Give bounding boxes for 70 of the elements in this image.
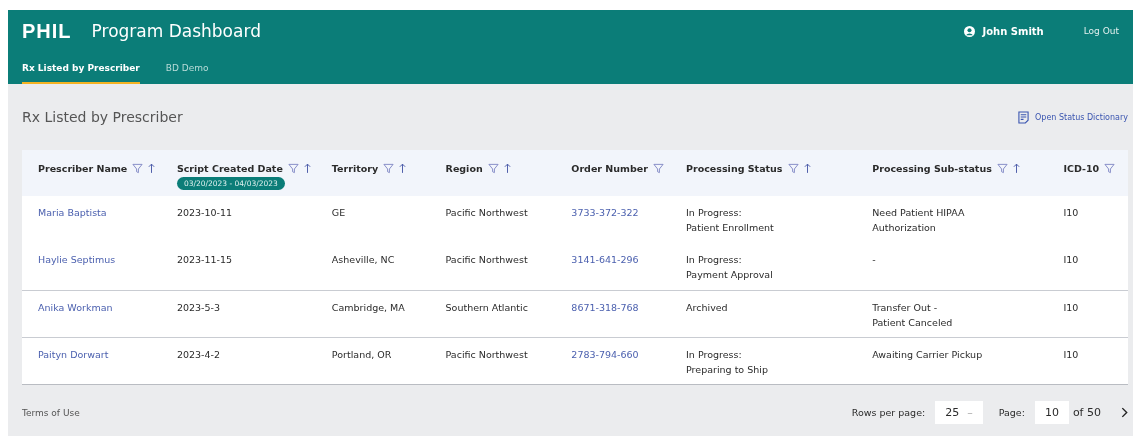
column-header: Prescriber Name [38, 163, 128, 174]
table-cell: Need Patient HIPAA Authorization [872, 207, 965, 233]
page-total: of 50 [1072, 406, 1101, 419]
filter-icon[interactable] [287, 163, 299, 174]
column-header: Territory [331, 163, 379, 174]
table-cell: - [872, 254, 876, 265]
rows-per-page-select[interactable]: 25 – [935, 401, 983, 424]
sort-arrow-icon[interactable] [1012, 163, 1020, 174]
column-header: ICD-10 [1063, 163, 1100, 174]
table-cell: I10 [1063, 348, 1079, 360]
table-cell: GE [331, 207, 346, 218]
table-cell: Pacific Northwest [445, 207, 528, 218]
prescriber-link[interactable]: Haylie Septimus [38, 254, 116, 265]
table-cell: I10 [1063, 207, 1079, 218]
column-header: Order Number [571, 163, 648, 174]
column-header: Processing Status [686, 163, 783, 174]
sort-arrow-icon[interactable] [503, 163, 511, 174]
filter-icon[interactable] [1104, 163, 1116, 174]
order-number-link[interactable]: 3733-372-322 [571, 207, 639, 218]
logo: PHIL [22, 19, 72, 43]
sort-arrow-icon[interactable] [148, 163, 156, 174]
sort-arrow-icon[interactable] [399, 163, 407, 174]
table-cell: Portland, OR [331, 348, 392, 360]
prescriber-link[interactable]: Paityn Dorwart [38, 348, 109, 360]
filter-icon[interactable] [132, 163, 144, 174]
table-cell: 2023-11-15 [176, 254, 233, 265]
app-title: Program Dashboard [91, 21, 261, 41]
column-header: Processing Sub-status [872, 163, 992, 174]
filter-icon[interactable] [996, 163, 1008, 174]
table-cell: I10 [1063, 301, 1079, 313]
table-cell: In Progress: Payment Approval [686, 254, 773, 280]
table-cell: Cambridge, MA [331, 301, 405, 313]
table-cell: Southern Atlantic [445, 301, 528, 313]
column-header: Region [445, 163, 483, 174]
order-number-link[interactable]: 3141-641-296 [571, 254, 639, 265]
user-name: John Smith [982, 25, 1044, 37]
column-header: Script Created Date [176, 163, 283, 174]
table-cell: 2023-10-11 [176, 207, 233, 218]
order-number-link[interactable]: 8671-318-768 [571, 301, 639, 313]
filter-icon[interactable] [487, 163, 499, 174]
prescriber-link[interactable]: Anika Workman [38, 301, 113, 313]
next-page-icon[interactable] [1121, 407, 1128, 418]
page-label: Page: [998, 407, 1025, 418]
page-field[interactable]: 10 [1034, 401, 1069, 424]
user-avatar-icon [964, 25, 976, 37]
table-cell: In Progress: Preparing to Ship [686, 348, 768, 375]
table-cell: Awaiting Carrier Pickup [872, 348, 983, 360]
table-cell: Transfer Out - Patient Canceled [872, 301, 953, 328]
table-cell: I10 [1063, 254, 1079, 265]
rows-per-page-label: Rows per page: [851, 407, 926, 418]
document-icon [1018, 110, 1029, 124]
order-number-link[interactable]: 2783-794-660 [571, 348, 639, 360]
page-title: Rx Listed by Prescriber [22, 109, 183, 125]
tab[interactable]: BD Demo [165, 52, 209, 84]
table-cell: 2023-5-3 [176, 301, 220, 313]
filter-icon[interactable] [652, 163, 664, 174]
sort-arrow-icon[interactable] [303, 163, 311, 174]
table-cell: Asheville, NC [331, 254, 395, 265]
filter-icon[interactable] [787, 163, 799, 174]
prescriber-link[interactable]: Maria Baptista [38, 207, 107, 218]
table-cell: Pacific Northwest [445, 254, 528, 265]
sort-arrow-icon[interactable] [803, 163, 811, 174]
terms-link[interactable]: Terms of Use [22, 407, 80, 418]
logout-link[interactable]: Log Out [1083, 26, 1119, 36]
table-cell: 2023-4-2 [176, 348, 220, 360]
status-dictionary-link[interactable]: Open Status Dictionary [1018, 110, 1128, 124]
table-cell: Archived [686, 301, 728, 313]
table-cell: In Progress: Patient Enrollment [686, 207, 774, 233]
table-cell: Pacific Northwest [445, 348, 528, 360]
filter-icon[interactable] [383, 163, 395, 174]
